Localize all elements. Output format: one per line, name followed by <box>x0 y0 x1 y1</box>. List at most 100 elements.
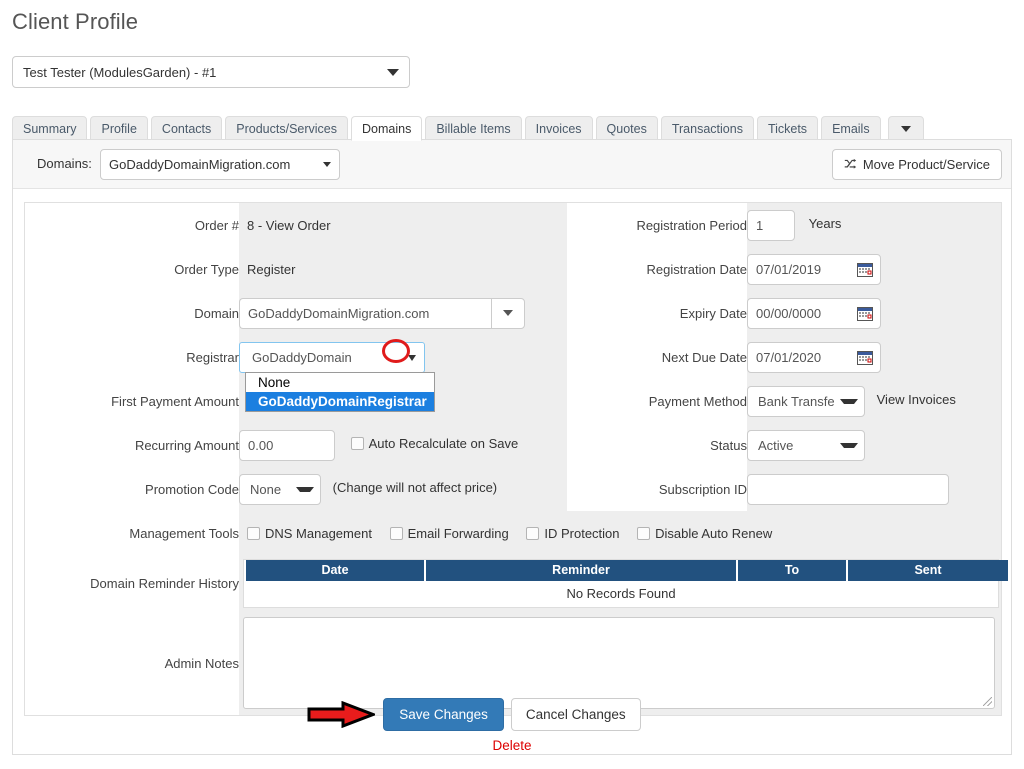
tab-summary[interactable]: Summary <box>12 116 88 141</box>
registration-period-input[interactable]: 1 <box>747 209 795 241</box>
registration-date-input[interactable]: 07/01/2019 <box>747 253 881 285</box>
next-due-date-value: 07/01/2020 <box>756 349 822 365</box>
tab-billable-items[interactable]: Billable Items <box>425 116 522 141</box>
calendar-icon[interactable] <box>857 306 873 322</box>
disable-auto-renew-checkbox[interactable] <box>637 526 651 540</box>
subscription-id-input[interactable] <box>747 473 949 505</box>
row-domain-reminder-history: Domain Reminder History Date Reminder To… <box>25 555 1008 611</box>
disable-auto-renew-checkbox-group[interactable]: Disable Auto Renew <box>637 526 786 541</box>
next-due-date-input[interactable]: 07/01/2020 <box>747 341 881 373</box>
subscription-id-cell <box>747 467 1001 511</box>
domains-filter-select[interactable]: GoDaddyDomainMigration.com <box>100 149 340 180</box>
registrar-options-menu[interactable]: None GoDaddyDomainRegistrar <box>245 372 435 412</box>
row-order-number: Order # 8 - View Order Registration Peri… <box>25 203 1001 247</box>
registrar-select[interactable]: GoDaddyDomain <box>239 341 425 373</box>
move-product-service-label: Move Product/Service <box>862 157 990 172</box>
profile-tabs: Summary Profile Contacts Products/Servic… <box>12 114 1012 141</box>
tab-tickets[interactable]: Tickets <box>756 116 819 141</box>
tab-label: Profile <box>101 121 137 136</box>
reminder-history-empty-text: No Records Found <box>244 580 998 607</box>
auto-recalculate-label: Auto Recalculate on Save <box>368 436 519 452</box>
domains-filter-label: Domains: <box>37 156 92 171</box>
column-header-reminder[interactable]: Reminder <box>426 559 736 581</box>
registrar-cell: GoDaddyDomain None GoDaddyDomainRegistra… <box>239 335 567 412</box>
expiry-date-input[interactable]: 00/00/0000 <box>747 297 881 329</box>
tab-domains[interactable]: Domains <box>351 116 423 141</box>
tab-invoices[interactable]: Invoices <box>524 116 593 141</box>
row-first-payment-amount: First Payment Amount Payment Method Bank… <box>25 379 1001 423</box>
email-forwarding-checkbox[interactable] <box>389 526 403 540</box>
order-type-value: Register <box>239 247 567 291</box>
tab-overflow-menu[interactable] <box>887 116 924 141</box>
dns-management-label: DNS Management <box>265 525 372 541</box>
payment-method-select[interactable]: Bank Transfe <box>747 385 865 417</box>
admin-notes-textarea[interactable] <box>243 617 995 709</box>
save-changes-button[interactable]: Save Changes <box>383 698 504 731</box>
domain-cell: GoDaddyDomainMigration.com <box>239 291 567 335</box>
auto-recalculate-checkbox-group[interactable]: Auto Recalculate on Save <box>350 436 533 452</box>
tab-label: Invoices <box>535 121 582 136</box>
domain-dropdown-button[interactable] <box>491 297 525 329</box>
move-product-service-button[interactable]: Move Product/Service <box>831 149 1002 180</box>
row-recurring-amount: Recurring Amount 0.00 Auto Recalculate o… <box>25 423 1001 467</box>
tab-label: Tickets <box>767 121 808 136</box>
disable-auto-renew-label: Disable Auto Renew <box>655 525 773 541</box>
email-forwarding-label: Email Forwarding <box>407 525 509 541</box>
column-header-sent[interactable]: Sent <box>848 559 1008 581</box>
save-changes-label: Save Changes <box>399 707 488 722</box>
first-payment-amount-label: First Payment Amount <box>25 379 239 423</box>
cancel-changes-button[interactable]: Cancel Changes <box>510 698 641 731</box>
reminder-history-grid: Date Reminder To Sent <box>244 559 1010 581</box>
form-buttons: Save Changes Cancel Changes <box>307 698 641 731</box>
dns-management-checkbox-group[interactable]: DNS Management <box>247 526 386 541</box>
domain-input-group[interactable]: GoDaddyDomainMigration.com <box>239 297 525 329</box>
row-registrar: Registrar GoDaddyDomain None GoDaddyDoma… <box>25 335 1001 412</box>
id-protection-checkbox-group[interactable]: ID Protection <box>526 526 633 541</box>
recurring-amount-input[interactable]: 0.00 <box>239 429 335 461</box>
delete-link[interactable]: Delete <box>492 738 531 753</box>
client-selector-value: Test Tester (ModulesGarden) - #1 <box>23 64 217 80</box>
domain-reminder-history-cell: Date Reminder To Sent No Records Found <box>239 555 1008 611</box>
tab-label: Products/Services <box>236 121 337 136</box>
domains-tab-panel: Domains: GoDaddyDomainMigration.com Move… <box>12 139 1012 755</box>
tab-quotes[interactable]: Quotes <box>595 116 658 141</box>
tab-transactions[interactable]: Transactions <box>660 116 754 141</box>
status-select[interactable]: Active <box>747 429 865 461</box>
tab-products-services[interactable]: Products/Services <box>225 116 348 141</box>
order-number-value[interactable]: 8 - View Order <box>239 203 567 247</box>
auto-recalculate-checkbox[interactable] <box>350 437 364 451</box>
management-tools-label: Management Tools <box>25 511 239 555</box>
registrar-select-value: GoDaddyDomain <box>252 349 352 365</box>
promotion-code-select[interactable]: None <box>239 473 321 505</box>
status-cell: Active <box>747 423 1001 467</box>
subscription-id-label: Subscription ID <box>567 467 747 511</box>
calendar-icon[interactable] <box>857 262 873 278</box>
email-forwarding-checkbox-group[interactable]: Email Forwarding <box>389 525 523 541</box>
id-protection-label: ID Protection <box>544 525 620 541</box>
column-header-date[interactable]: Date <box>246 559 424 581</box>
calendar-icon[interactable] <box>857 350 873 366</box>
client-selector[interactable]: Test Tester (ModulesGarden) - #1 <box>12 56 410 88</box>
domain-input[interactable]: GoDaddyDomainMigration.com <box>239 297 491 329</box>
dns-management-checkbox[interactable] <box>247 526 260 540</box>
registrar-option-none[interactable]: None <box>246 373 434 392</box>
page-title: Client Profile <box>12 9 139 34</box>
registrar-option-godaddydomainregistrar[interactable]: GoDaddyDomainRegistrar <box>246 392 434 411</box>
promotion-code-value: None <box>250 481 282 497</box>
reminder-history-header-row: Date Reminder To Sent <box>246 559 1008 581</box>
order-type-label: Order Type <box>25 247 239 291</box>
tab-profile[interactable]: Profile <box>90 116 148 141</box>
client-profile-page: Client Profile Test Tester (ModulesGarde… <box>0 0 1024 769</box>
registration-period-unit: Years <box>808 216 842 232</box>
column-header-to[interactable]: To <box>738 559 846 581</box>
chevron-down-icon <box>840 398 858 404</box>
view-invoices-link[interactable]: View Invoices <box>877 392 956 407</box>
row-order-type: Order Type Register Registration Date 07… <box>25 247 1001 291</box>
chevron-down-icon[interactable] <box>408 354 416 361</box>
tab-contacts[interactable]: Contacts <box>150 116 223 141</box>
cancel-changes-label: Cancel Changes <box>525 707 626 722</box>
tab-emails[interactable]: Emails <box>821 116 881 141</box>
id-protection-checkbox[interactable] <box>526 526 540 540</box>
recurring-amount-cell: 0.00 Auto Recalculate on Save <box>239 423 567 467</box>
tab-label: Billable Items <box>436 121 511 136</box>
